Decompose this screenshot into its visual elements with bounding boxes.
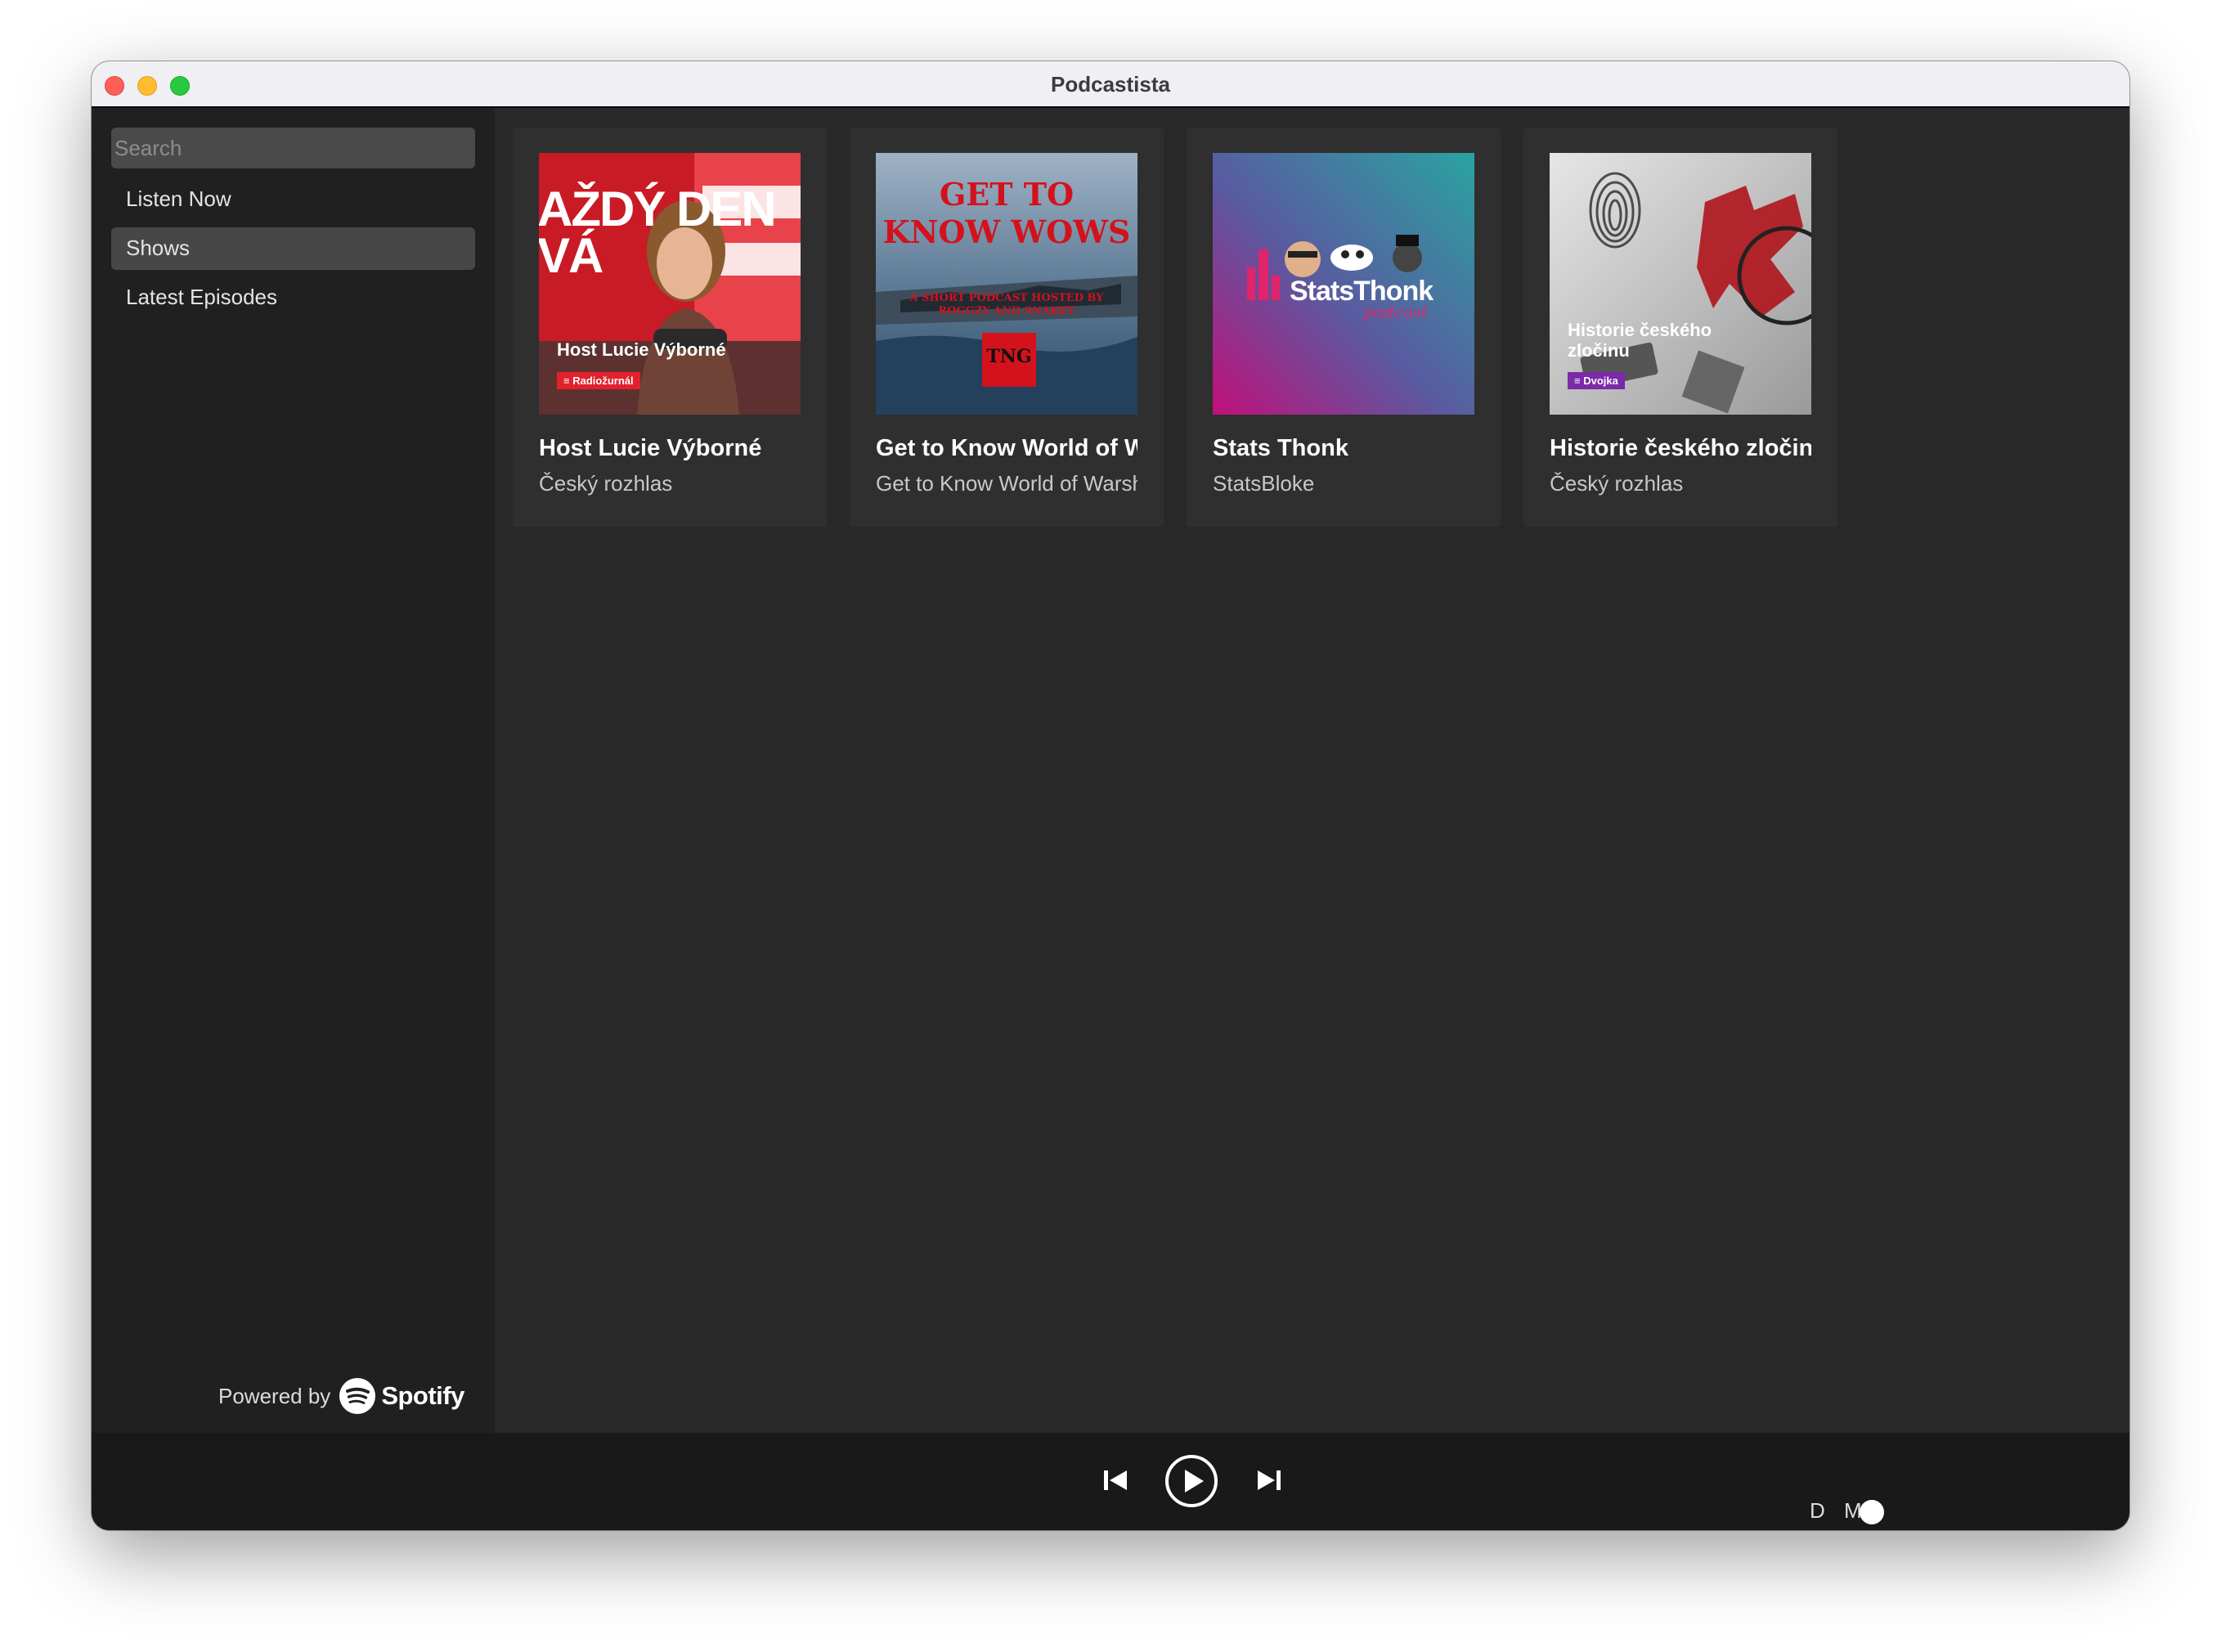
show-cover-art: AŽDÝ DEN VÁ Host Lucie Výborné ≡ Radiožu… [539,153,801,415]
show-card[interactable]: GET TO KNOW WOWS A SHORT PODCAST HOSTED … [850,128,1164,527]
sidebar-item-latest-episodes[interactable]: Latest Episodes [111,276,475,319]
cover-logo-sub: podcast [1363,302,1429,321]
cover-badge: ≡ Dvojka [1568,372,1625,389]
show-cover-art: StatsThonk podcast [1213,153,1474,415]
sidebar-item-listen-now[interactable]: Listen Now [111,178,475,221]
cover-badge-label: Dvojka [1583,375,1618,387]
show-title: Host Lucie Výborné [539,435,762,461]
shows-grid: AŽDÝ DEN VÁ Host Lucie Výborné ≡ Radiožu… [495,108,2129,1433]
cover-caption: Host Lucie Výborné [557,339,726,360]
show-cover-art: Historie českého zločinu ≡ Dvojka [1550,153,1811,415]
powered-by-spotify: Powered by Spotify [218,1371,464,1421]
dark-mode-toggle[interactable] [1860,1500,1884,1524]
show-card[interactable]: AŽDÝ DEN VÁ Host Lucie Výborné ≡ Radiožu… [513,128,827,527]
show-card[interactable]: StatsThonk podcast Stats Thonk StatsBlok… [1187,128,1501,527]
title-bar: Podcastista [92,61,2129,108]
sidebar: Search Listen Now Shows Latest Episodes … [92,108,495,1433]
window-title: Podcastista [1051,72,1170,97]
player-bar: D M [92,1433,2129,1530]
play-circle-icon[interactable] [1164,1454,1218,1512]
cover-tagline: A SHORT PODCAST HOSTED BY ROGGZY AND SNA… [909,292,1104,317]
show-publisher: StatsBloke [1213,471,1315,496]
spotify-icon [339,1378,376,1414]
sidebar-item-label: Listen Now [126,186,231,211]
show-title: Historie českého zločinu [1550,435,1811,461]
show-card[interactable]: Historie českého zločinu ≡ Dvojka Histor… [1523,128,1837,527]
spotify-wordmark: Spotify [381,1381,464,1410]
sidebar-item-shows[interactable]: Shows [111,227,475,270]
show-publisher: Český rozhlas [1550,471,1684,496]
cover-badge: TNG [986,346,1032,367]
sidebar-item-label: Shows [126,236,191,260]
powered-by-label: Powered by [218,1383,331,1408]
skip-back-icon[interactable] [1102,1468,1130,1497]
show-publisher: Český rozhlas [539,471,673,496]
search-input[interactable]: Search [111,128,475,168]
cover-big-text: AŽDÝ DEN VÁ [539,182,777,283]
cover-headline: GET TO KNOW WOWS [882,176,1131,250]
app-window: Podcastista Search Listen Now Shows Late… [92,61,2129,1530]
sidebar-item-label: Latest Episodes [126,285,278,309]
cover-badge-label: Radiožurnál [572,375,634,387]
show-cover-art: GET TO KNOW WOWS A SHORT PODCAST HOSTED … [876,153,1137,415]
cover-caption: Historie českého zločinu [1568,320,1712,361]
skip-forward-icon[interactable] [1254,1468,1282,1497]
cover-badge: ≡ Radiožurnál [557,372,640,389]
show-title: Get to Know World of Warships [876,435,1137,461]
show-publisher: Get to Know World of Warships [876,471,1137,496]
show-title: Stats Thonk [1213,435,1348,461]
spotify-logo: Spotify [339,1377,464,1415]
